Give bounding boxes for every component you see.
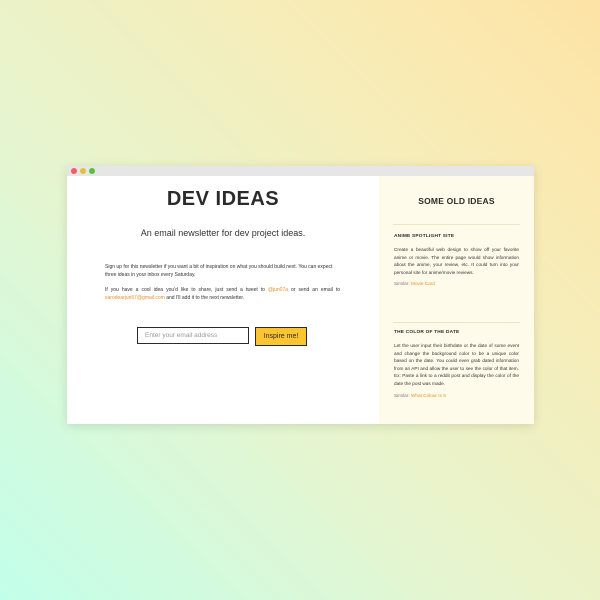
idea-description: Let the user input their birthdate or th…	[394, 343, 519, 386]
maximize-icon[interactable]	[89, 168, 95, 174]
intro-paragraph: Sign up for this newsletter if you want …	[105, 264, 333, 278]
idea-card: THE COLOR OF THE DATE Let the user input…	[394, 330, 519, 398]
contact-text-middle: or send an email to	[288, 287, 340, 293]
idea-card: ANIME SPOTLIGHT SITE Create a beautiful …	[394, 234, 519, 286]
main-panel: DEV IDEAS An email newsletter for dev pr…	[67, 176, 379, 424]
contact-text-before: If you have a cool idea you'd like to sh…	[105, 287, 268, 293]
similar-link[interactable]: What Colour Is It	[411, 393, 446, 398]
idea-similar: Similar: Movie Card	[394, 281, 519, 286]
similar-label: Similar:	[394, 281, 411, 287]
minimize-icon[interactable]	[80, 168, 86, 174]
idea-title: ANIME SPOTLIGHT SITE	[394, 234, 455, 239]
idea-description: Create a beautiful web design to show of…	[394, 247, 519, 275]
sidebar-title: SOME OLD IDEAS	[418, 196, 495, 206]
inspire-me-button[interactable]: Inspire me!	[255, 327, 307, 346]
page-subtitle: An email newsletter for dev project idea…	[140, 228, 306, 238]
close-icon[interactable]	[71, 168, 77, 174]
page-title: DEV IDEAS	[166, 188, 280, 210]
old-ideas-sidebar: SOME OLD IDEAS ANIME SPOTLIGHT SITE Crea…	[379, 176, 534, 424]
twitter-link[interactable]: @jun07a	[268, 287, 288, 293]
divider	[393, 224, 520, 225]
browser-window: DEV IDEAS An email newsletter for dev pr…	[67, 166, 534, 424]
email-link[interactable]: sarodearjun57@gmail.com	[105, 295, 165, 301]
idea-title: THE COLOR OF THE DATE	[394, 330, 460, 335]
similar-label: Similar:	[394, 392, 411, 398]
idea-similar: Similar: What Colour Is It	[394, 393, 519, 398]
divider	[393, 322, 520, 323]
window-titlebar	[67, 166, 534, 176]
contact-paragraph: If you have a cool idea you'd like to sh…	[105, 286, 340, 302]
email-field[interactable]	[137, 327, 249, 344]
contact-text-after: and I'll add it to the next newsletter.	[164, 295, 245, 301]
similar-link[interactable]: Movie Card	[411, 281, 435, 286]
